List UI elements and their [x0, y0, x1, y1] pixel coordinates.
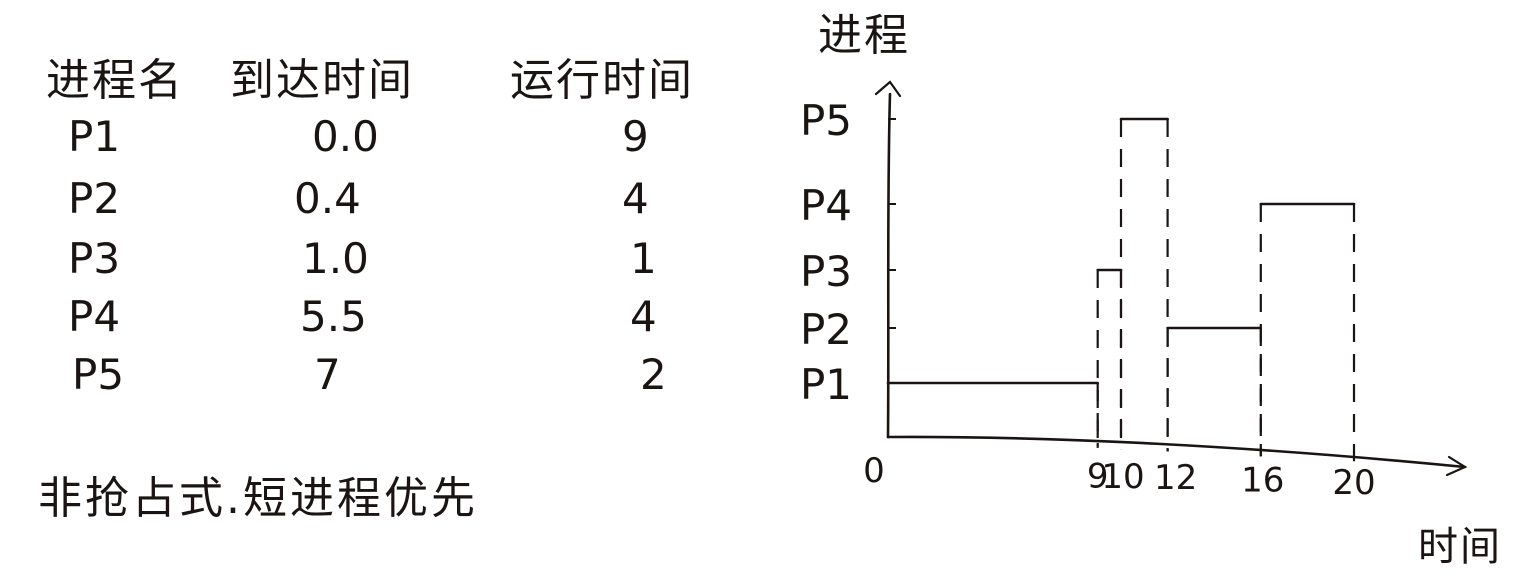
- y-tick-label: P4: [800, 181, 852, 230]
- gantt-chart: P1P2P3P4P50 910 12 16 20进程时间: [800, 10, 1502, 570]
- x-tick-label: 12: [1154, 458, 1197, 498]
- y-tick-label: P3: [800, 247, 852, 296]
- y-tick-label: P5: [800, 96, 852, 145]
- y-tick-label: P2: [800, 305, 852, 354]
- x-tick-label: 20: [1332, 463, 1375, 503]
- x-tick-label: 10: [1101, 457, 1144, 497]
- x-axis-title: 时间: [1418, 524, 1502, 570]
- y-axis-arrow: [874, 80, 902, 98]
- y-tick-label: P1: [800, 360, 852, 409]
- x-tick-label: 16: [1241, 461, 1284, 501]
- y-axis-title: 进程: [818, 10, 910, 61]
- chart-axes: [874, 80, 1468, 477]
- y-axis-line: [886, 92, 892, 439]
- chart-segments: [886, 117, 1356, 462]
- x-tick-label: 0: [863, 451, 885, 491]
- chart-labels: P1P2P3P4P50 910 12 16 20进程时间: [800, 10, 1502, 570]
